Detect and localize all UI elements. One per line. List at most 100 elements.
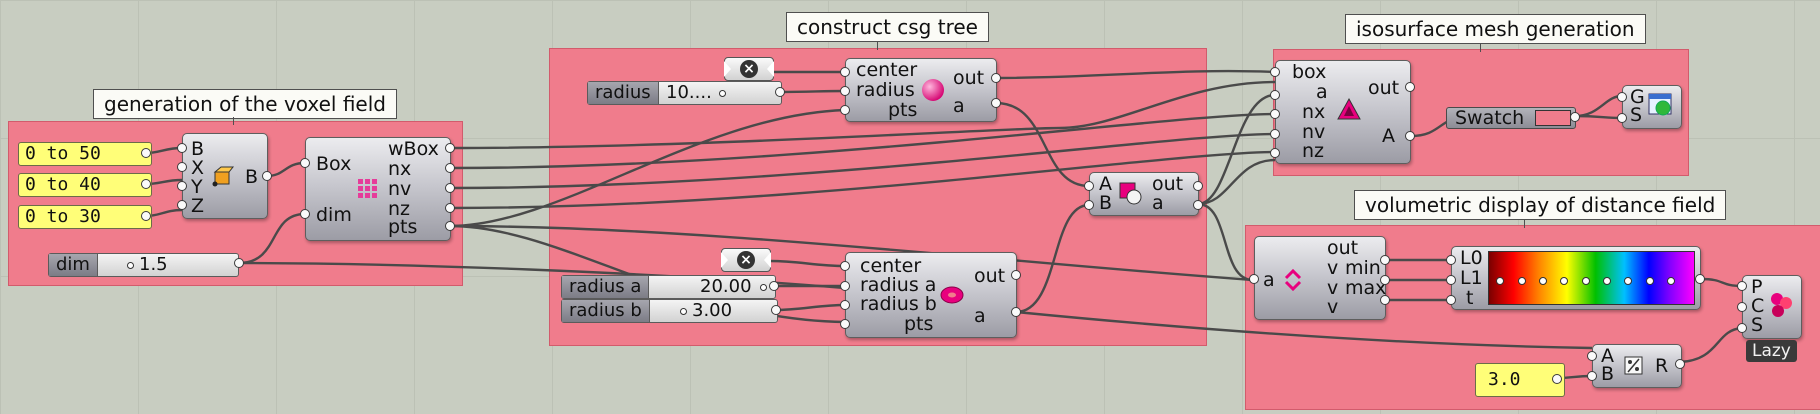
socket[interactable] [1737,323,1747,333]
socket[interactable] [991,73,1001,83]
socket[interactable] [445,163,455,173]
division-component[interactable]: A B R [1592,344,1682,388]
socket[interactable] [1446,295,1456,305]
socket[interactable] [1270,129,1280,139]
socket[interactable] [1084,181,1094,191]
socket[interactable] [1270,148,1280,158]
socket[interactable] [1695,274,1705,284]
sphere-icon [922,79,944,101]
gradient-grip[interactable] [1560,277,1568,285]
socket[interactable] [840,86,850,96]
socket[interactable] [1380,255,1390,265]
empty-point-button-2[interactable]: × [721,248,771,272]
socket[interactable] [1011,307,1021,317]
preview-component[interactable]: P C S [1742,275,1802,339]
radius-slider[interactable]: radius 10.... [587,81,782,105]
socket[interactable] [445,183,455,193]
domain-panel-x[interactable]: 0 to 50 [18,142,152,166]
output-a: a [953,95,965,117]
gradient-grip[interactable] [1667,277,1675,285]
socket[interactable] [262,171,272,181]
socket[interactable] [1193,200,1203,210]
isosurface-component[interactable]: box a nx nv nz out A [1275,60,1411,164]
swatch-color[interactable] [1535,110,1571,126]
socket[interactable] [177,181,187,191]
gradient-grip[interactable] [1496,277,1504,285]
socket[interactable] [445,221,455,231]
socket[interactable] [1270,90,1280,100]
socket[interactable] [300,158,310,168]
socket[interactable] [1617,92,1627,102]
gradient-grip[interactable] [1603,277,1611,285]
socket[interactable] [1587,351,1597,361]
socket[interactable] [1249,274,1259,284]
domain-panel-y[interactable]: 0 to 40 [18,173,152,197]
construct-box-component[interactable]: B X Y Z B [182,133,268,219]
dim-slider[interactable]: dim 1.5 [48,253,239,277]
socket[interactable] [1617,113,1627,123]
socket[interactable] [177,162,187,172]
socket[interactable] [1570,112,1580,122]
socket[interactable] [1405,82,1415,92]
socket[interactable] [1193,181,1203,191]
socket[interactable] [840,300,850,310]
grasshopper-canvas[interactable]: generation of the voxel field construct … [0,0,1820,414]
socket[interactable] [1380,295,1390,305]
slider-knob[interactable] [127,262,134,269]
socket[interactable] [445,143,455,153]
custom-preview-component[interactable]: G S [1622,85,1682,129]
input-L0: L0 [1460,247,1483,269]
socket[interactable] [1405,131,1415,141]
socket[interactable] [840,319,850,329]
empty-point-button-1[interactable]: × [724,57,774,81]
gradient-component[interactable]: L0 L1 t [1451,246,1701,310]
socket[interactable] [141,179,151,189]
gradient-grip[interactable] [1624,277,1632,285]
socket[interactable] [1587,371,1597,381]
socket[interactable] [1737,281,1747,291]
socket[interactable] [1011,270,1021,280]
socket[interactable] [234,258,244,268]
socket[interactable] [840,281,850,291]
socket[interactable] [177,200,187,210]
bounds-component[interactable]: a out v min v max v [1254,236,1386,320]
gradient-grip[interactable] [1518,277,1526,285]
socket[interactable] [775,87,785,97]
input-a: a [1263,269,1275,291]
gradient-grip[interactable] [1582,277,1590,285]
gradient-grip[interactable] [1539,277,1547,285]
socket[interactable] [840,261,850,271]
socket[interactable] [1552,374,1562,384]
socket[interactable] [1084,200,1094,210]
socket[interactable] [300,209,310,219]
socket[interactable] [771,305,781,315]
union-component[interactable]: A B out a [1089,172,1199,216]
wire [1197,202,1254,282]
radius-b-slider[interactable]: radius b 3.00 [561,299,778,323]
gradient-grip[interactable] [1646,277,1654,285]
voxel-field-component[interactable]: Box dim wBox nx nv nz pts [305,137,451,241]
radius-a-slider[interactable]: radius a 20.00 [561,275,776,299]
socket[interactable] [840,67,850,77]
socket[interactable] [1675,359,1685,369]
socket[interactable] [840,105,850,115]
socket[interactable] [1270,109,1280,119]
slider-knob[interactable] [680,308,687,315]
socket[interactable] [1270,67,1280,77]
socket[interactable] [445,203,455,213]
socket[interactable] [769,281,779,291]
socket[interactable] [141,148,151,158]
socket[interactable] [177,143,187,153]
socket[interactable] [1737,302,1747,312]
socket[interactable] [1380,275,1390,285]
socket[interactable] [1446,275,1456,285]
socket[interactable] [1446,255,1456,265]
sphere-distance-component[interactable]: center radius pts out a [845,58,997,122]
colour-swatch[interactable]: Swatch [1446,107,1576,129]
slider-knob[interactable] [719,90,726,97]
socket[interactable] [141,211,151,221]
socket[interactable] [991,98,1001,108]
slider-knob[interactable] [760,284,767,291]
torus-distance-component[interactable]: center radius a radius b pts out a [845,252,1017,338]
domain-panel-z[interactable]: 0 to 30 [18,205,152,229]
